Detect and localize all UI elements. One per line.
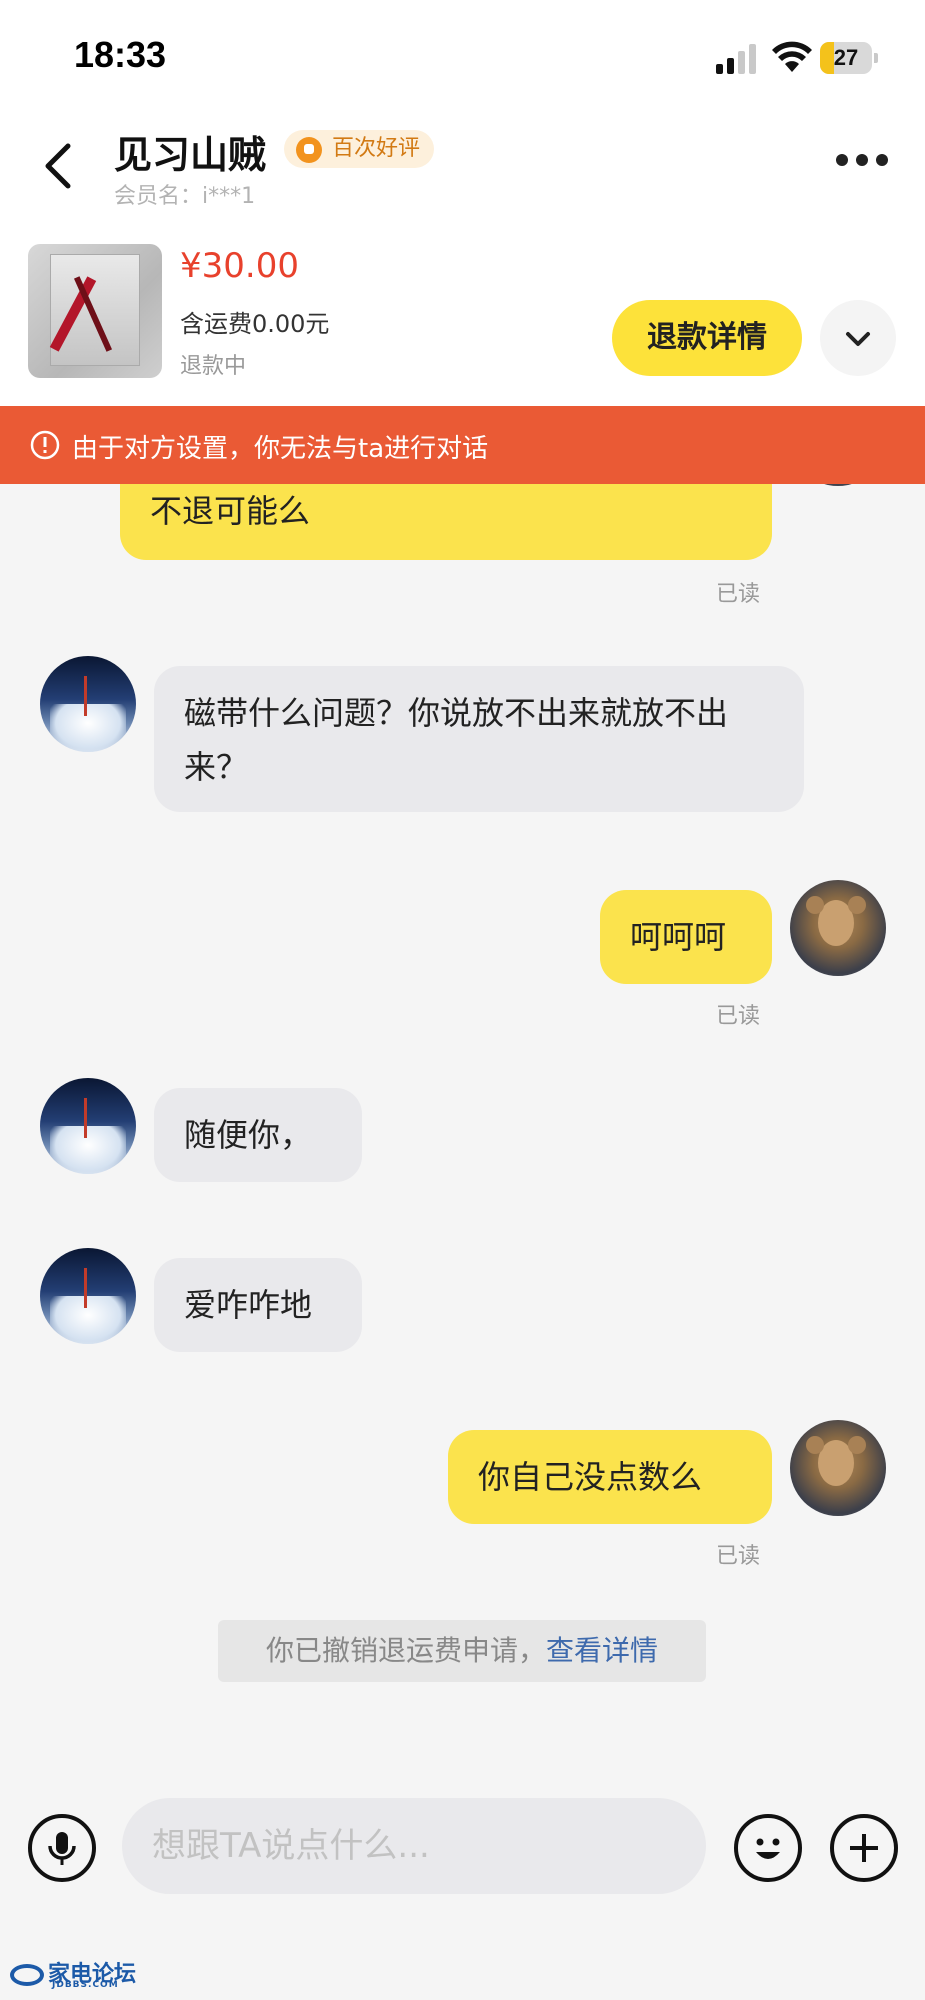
wifi-icon — [772, 41, 812, 72]
battery-indicator: 27 — [820, 42, 878, 74]
read-receipt: 已读 — [716, 582, 761, 607]
my-avatar[interactable] — [790, 1420, 886, 1516]
message-bubble[interactable]: 呵呵呵 — [600, 890, 772, 984]
signal-icon — [716, 44, 758, 74]
seller-avatar[interactable] — [40, 1248, 136, 1344]
chat-header: 见习山贼 百次好评 会员名：i***1 — [0, 110, 925, 230]
message-text: 随便你， — [184, 1116, 313, 1154]
message-text: 爱咋咋地 — [184, 1286, 313, 1324]
expand-order-button[interactable] — [820, 300, 896, 376]
rating-badge: 百次好评 — [284, 130, 435, 168]
message-text: 你自己没点数么 — [478, 1458, 703, 1496]
read-receipt: 已读 — [716, 1544, 761, 1569]
emoji-button[interactable] — [734, 1814, 802, 1882]
chevron-down-icon — [846, 332, 870, 346]
shipping-fee: 含运费0.00元 — [180, 310, 330, 338]
refund-details-button[interactable]: 退款详情 — [612, 300, 802, 376]
seller-avatar[interactable] — [40, 1078, 136, 1174]
message-bubble[interactable]: 你自己没点数么 — [448, 1430, 772, 1524]
order-status: 退款中 — [180, 354, 247, 379]
blocked-warning-banner: 由于对方设置，你无法与ta进行对话 — [0, 406, 925, 484]
member-name: 会员名：i***1 — [114, 184, 256, 209]
message-text: 呵呵呵 — [630, 918, 727, 956]
badge-label: 百次好评 — [332, 136, 421, 161]
status-bar: 18:33 27 — [0, 0, 925, 110]
read-receipt: 已读 — [716, 1004, 761, 1029]
message-text: 磁带什么问题？你说放不出来就放不出来？ — [184, 694, 729, 786]
my-avatar[interactable] — [790, 880, 886, 976]
battery-level: 27 — [833, 45, 859, 70]
microphone-icon — [48, 1832, 76, 1865]
voice-input-button[interactable] — [28, 1814, 96, 1882]
message-input[interactable] — [122, 1798, 706, 1894]
order-card[interactable]: ¥30.00 含运费0.00元 退款中 退款详情 — [0, 230, 925, 406]
my-avatar[interactable] — [790, 484, 886, 486]
more-dots-icon[interactable] — [836, 154, 890, 170]
input-bar — [0, 1784, 925, 1914]
more-actions-button[interactable] — [830, 1814, 898, 1882]
emoji-icon — [756, 1838, 780, 1859]
exclamation-circle-icon — [30, 430, 60, 460]
message-text: 不退可能么 — [150, 492, 311, 530]
watermark-sub: JDBBS.COM — [52, 1980, 119, 1990]
forum-watermark: 家电论坛 JDBBS.COM — [10, 1956, 136, 1992]
status-time: 18:33 — [74, 34, 167, 75]
seller-name[interactable]: 见习山贼 — [114, 124, 266, 179]
message-bubble[interactable]: 不退可能么 — [120, 484, 772, 560]
message-bubble[interactable]: 磁带什么问题？你说放不出来就放不出来？ — [154, 666, 804, 812]
thumb-up-icon — [296, 137, 322, 163]
system-notice-text: 你已撤销退运费申请， — [265, 1634, 546, 1667]
warning-text: 由于对方设置，你无法与ta进行对话 — [72, 434, 489, 464]
order-price: ¥30.00 — [180, 246, 299, 286]
chat-messages[interactable]: 不退可能么 已读 磁带什么问题？你说放不出来就放不出来？ 呵呵呵 已读 随便你，… — [0, 484, 925, 1784]
message-bubble[interactable]: 随便你， — [154, 1088, 362, 1182]
view-details-link[interactable]: 查看详情 — [546, 1634, 658, 1667]
system-notice: 你已撤销退运费申请，查看详情 — [218, 1620, 706, 1682]
forum-logo-icon — [10, 1964, 44, 1986]
chevron-left-icon[interactable] — [38, 140, 78, 192]
product-thumbnail[interactable] — [28, 244, 162, 378]
plus-icon — [850, 1834, 878, 1862]
seller-avatar[interactable] — [40, 656, 136, 752]
message-bubble[interactable]: 爱咋咋地 — [154, 1258, 362, 1352]
